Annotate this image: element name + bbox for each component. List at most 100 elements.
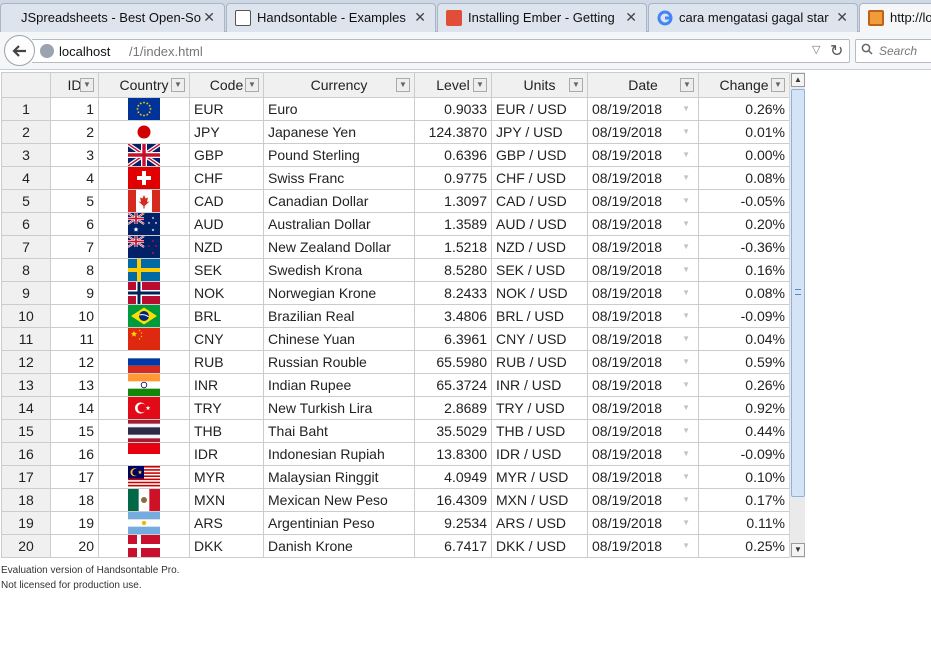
cell-date[interactable]: 08/19/2018 ▼ <box>587 442 699 466</box>
cell-change[interactable]: 0.01% <box>698 120 790 144</box>
cell-code[interactable]: MYR <box>189 465 264 489</box>
cell-code[interactable]: IDR <box>189 442 264 466</box>
cell-code[interactable]: INR <box>189 373 264 397</box>
cell-level[interactable]: 8.2433 <box>414 281 492 305</box>
cell-currency[interactable]: New Zealand Dollar <box>263 235 415 259</box>
cell-units[interactable]: SEK / USD <box>491 258 588 282</box>
cell-level[interactable]: 35.5029 <box>414 419 492 443</box>
cell-country[interactable] <box>98 143 190 167</box>
cell-change[interactable]: -0.05% <box>698 189 790 213</box>
date-dropdown-arrow-icon[interactable]: ▼ <box>682 380 690 389</box>
back-button[interactable] <box>4 35 35 66</box>
row-header[interactable]: 6 <box>1 212 51 236</box>
cell-date[interactable]: 08/19/2018 ▼ <box>587 534 699 558</box>
row-header[interactable]: 17 <box>1 465 51 489</box>
cell-date[interactable]: 08/19/2018 ▼ <box>587 235 699 259</box>
column-filter-dropdown-icon[interactable]: ▼ <box>396 78 410 92</box>
cell-level[interactable]: 13.8300 <box>414 442 492 466</box>
cell-code[interactable]: JPY <box>189 120 264 144</box>
cell-level[interactable]: 8.5280 <box>414 258 492 282</box>
cell-level[interactable]: 16.4309 <box>414 488 492 512</box>
row-header[interactable]: 9 <box>1 281 51 305</box>
cell-country[interactable] <box>98 442 190 466</box>
url-history-dropdown-icon[interactable]: ▽ <box>812 43 820 56</box>
cell-code[interactable]: DKK <box>189 534 264 558</box>
cell-date[interactable]: 08/19/2018 ▼ <box>587 212 699 236</box>
column-header-country[interactable]: Country ▼ <box>98 72 190 98</box>
cell-units[interactable]: IDR / USD <box>491 442 588 466</box>
cell-units[interactable]: THB / USD <box>491 419 588 443</box>
cell-country[interactable] <box>98 534 190 558</box>
scroll-up-arrow-icon[interactable]: ▲ <box>791 73 805 87</box>
cell-date[interactable]: 08/19/2018 ▼ <box>587 258 699 282</box>
cell-currency[interactable]: Swiss Franc <box>263 166 415 190</box>
cell-change[interactable]: 0.04% <box>698 327 790 351</box>
browser-tab-handsontable[interactable]: Handsontable - Examples ✕ <box>226 3 436 32</box>
cell-change[interactable]: 0.17% <box>698 488 790 512</box>
row-header[interactable]: 13 <box>1 373 51 397</box>
cell-country[interactable] <box>98 327 190 351</box>
cell-code[interactable]: CNY <box>189 327 264 351</box>
cell-id[interactable]: 14 <box>50 396 99 420</box>
cell-level[interactable]: 9.2534 <box>414 511 492 535</box>
cell-country[interactable] <box>98 465 190 489</box>
date-dropdown-arrow-icon[interactable]: ▼ <box>682 357 690 366</box>
row-header[interactable]: 10 <box>1 304 51 328</box>
cell-change[interactable]: -0.09% <box>698 304 790 328</box>
cell-country[interactable] <box>98 350 190 374</box>
close-tab-icon[interactable]: ✕ <box>836 9 848 25</box>
cell-date[interactable]: 08/19/2018 ▼ <box>587 465 699 489</box>
cell-level[interactable]: 0.9775 <box>414 166 492 190</box>
cell-change[interactable]: 0.44% <box>698 419 790 443</box>
cell-change[interactable]: 0.25% <box>698 534 790 558</box>
date-dropdown-arrow-icon[interactable]: ▼ <box>682 403 690 412</box>
cell-currency[interactable]: Japanese Yen <box>263 120 415 144</box>
cell-code[interactable]: RUB <box>189 350 264 374</box>
cell-change[interactable]: 0.08% <box>698 166 790 190</box>
row-header[interactable]: 8 <box>1 258 51 282</box>
cell-currency[interactable]: Indonesian Rupiah <box>263 442 415 466</box>
cell-level[interactable]: 2.8689 <box>414 396 492 420</box>
cell-code[interactable]: CHF <box>189 166 264 190</box>
cell-id[interactable]: 5 <box>50 189 99 213</box>
search-box[interactable]: Search <box>855 39 931 63</box>
date-dropdown-arrow-icon[interactable]: ▼ <box>682 311 690 320</box>
cell-id[interactable]: 19 <box>50 511 99 535</box>
cell-code[interactable]: THB <box>189 419 264 443</box>
column-header-currency[interactable]: Currency ▼ <box>263 72 415 98</box>
row-header[interactable]: 4 <box>1 166 51 190</box>
cell-currency[interactable]: New Turkish Lira <box>263 396 415 420</box>
cell-date[interactable]: 08/19/2018 ▼ <box>587 511 699 535</box>
cell-units[interactable]: CAD / USD <box>491 189 588 213</box>
cell-units[interactable]: MYR / USD <box>491 465 588 489</box>
cell-date[interactable]: 08/19/2018 ▼ <box>587 373 699 397</box>
cell-country[interactable] <box>98 235 190 259</box>
cell-level[interactable]: 124.3870 <box>414 120 492 144</box>
cell-currency[interactable]: Mexican New Peso <box>263 488 415 512</box>
cell-country[interactable] <box>98 189 190 213</box>
cell-id[interactable]: 18 <box>50 488 99 512</box>
cell-date[interactable]: 08/19/2018 ▼ <box>587 419 699 443</box>
cell-currency[interactable]: Indian Rupee <box>263 373 415 397</box>
cell-currency[interactable]: Canadian Dollar <box>263 189 415 213</box>
column-header-change[interactable]: Change ▼ <box>698 72 790 98</box>
row-header[interactable]: 2 <box>1 120 51 144</box>
cell-date[interactable]: 08/19/2018 ▼ <box>587 281 699 305</box>
cell-currency[interactable]: Pound Sterling <box>263 143 415 167</box>
cell-change[interactable]: 0.92% <box>698 396 790 420</box>
cell-currency[interactable]: Thai Baht <box>263 419 415 443</box>
cell-level[interactable]: 0.6396 <box>414 143 492 167</box>
column-filter-dropdown-icon[interactable]: ▼ <box>80 78 94 92</box>
reload-icon[interactable]: ↻ <box>830 41 843 61</box>
date-dropdown-arrow-icon[interactable]: ▼ <box>682 127 690 136</box>
row-header[interactable]: 1 <box>1 97 51 121</box>
row-header[interactable]: 12 <box>1 350 51 374</box>
date-dropdown-arrow-icon[interactable]: ▼ <box>682 104 690 113</box>
row-header[interactable]: 14 <box>1 396 51 420</box>
date-dropdown-arrow-icon[interactable]: ▼ <box>682 426 690 435</box>
row-header[interactable]: 3 <box>1 143 51 167</box>
cell-code[interactable]: AUD <box>189 212 264 236</box>
cell-id[interactable]: 17 <box>50 465 99 489</box>
date-dropdown-arrow-icon[interactable]: ▼ <box>682 219 690 228</box>
cell-id[interactable]: 10 <box>50 304 99 328</box>
